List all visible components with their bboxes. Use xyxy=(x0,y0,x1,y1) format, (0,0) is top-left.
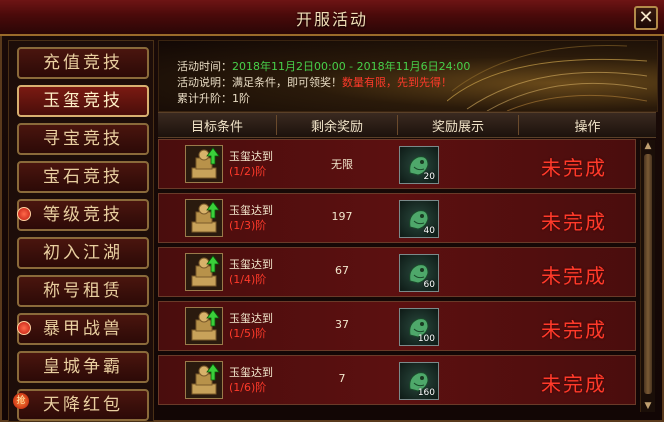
scrollbar-thumb[interactable] xyxy=(644,154,652,394)
condition-tier: (1/2)阶 xyxy=(229,165,267,178)
sidebar-item-label: 皇城争霸 xyxy=(43,357,123,377)
activity-desc-highlight: 数量有限，先到先得！ xyxy=(342,76,452,89)
condition-tier: (1/4)阶 xyxy=(229,273,267,286)
header-target-condition: 目标条件 xyxy=(190,120,243,135)
sidebar-item-label: 称号租赁 xyxy=(43,281,123,301)
status-incomplete: 未完成 xyxy=(541,210,607,234)
notification-dot-icon xyxy=(17,207,31,221)
remaining-count: 7 xyxy=(338,372,346,385)
sidebar-item-label: 寻宝竞技 xyxy=(43,129,123,149)
sidebar-item-label: 充值竞技 xyxy=(43,53,123,73)
jade-seal-icon xyxy=(185,145,223,183)
scroll-up-icon[interactable]: ▲ xyxy=(642,140,654,152)
remaining-count: 197 xyxy=(331,210,353,223)
sidebar-item-level[interactable]: 等级竞技 xyxy=(17,199,149,231)
jade-seal-icon xyxy=(185,361,223,399)
reward-quantity: 40 xyxy=(423,226,435,236)
header-remaining-rewards: 剩余奖励 xyxy=(310,120,363,135)
table-row: 玉玺达到 (1/3)阶 197 40 未完成 xyxy=(158,193,636,243)
sidebar-item-gem[interactable]: 宝石竞技 xyxy=(17,161,149,193)
reward-item-slot[interactable]: 60 xyxy=(399,254,439,292)
reward-item-slot[interactable]: 160 xyxy=(399,362,439,400)
header-reward-display: 奖励展示 xyxy=(431,120,484,135)
title-bar: 开服活动 ✕ xyxy=(0,0,664,36)
gold-swirl-decoration-icon xyxy=(447,45,647,111)
activity-time-label: 活动时间： xyxy=(177,60,232,73)
condition-name: 玉玺达到 xyxy=(229,150,273,163)
table-row: 玉玺达到 (1/4)阶 67 60 未完成 xyxy=(158,247,636,297)
sidebar-item-title-rental[interactable]: 称号租赁 xyxy=(17,275,149,307)
window-title: 开服活动 xyxy=(295,10,368,29)
sidebar-item-war-beast[interactable]: 暴甲战兽 xyxy=(17,313,149,345)
scrollbar[interactable]: ▲ ▼ xyxy=(640,140,655,412)
activity-desc-line: 活动说明：满足条件，即可领奖！数量有限，先到先得！ xyxy=(177,74,452,90)
jade-seal-icon xyxy=(185,253,223,291)
sidebar-item-label: 等级竞技 xyxy=(43,205,123,225)
sidebar: 充值竞技 玉玺竞技 寻宝竞技 宝石竞技 等级竞技 初入江湖 称号租赁 暴甲战兽 … xyxy=(8,40,154,422)
activity-desc-label: 活动说明：满足条件，即可领奖！ xyxy=(177,76,342,89)
close-button[interactable]: ✕ xyxy=(634,6,658,30)
sidebar-item-jade-seal[interactable]: 玉玺竞技 xyxy=(17,85,149,117)
reward-quantity: 60 xyxy=(423,280,435,290)
close-icon: ✕ xyxy=(638,7,654,28)
remaining-count: 无限 xyxy=(331,158,353,171)
jade-seal-icon xyxy=(185,199,223,237)
condition-name: 玉玺达到 xyxy=(229,366,273,379)
status-incomplete: 未完成 xyxy=(541,264,607,288)
header-action: 操作 xyxy=(574,120,601,135)
reward-table-header: 目标条件 剩余奖励 奖励展示 操作 xyxy=(158,112,656,138)
sidebar-item-label: 天降红包 xyxy=(43,395,123,415)
reward-item-slot[interactable]: 40 xyxy=(399,200,439,238)
condition-name: 玉玺达到 xyxy=(229,204,273,217)
table-row: 玉玺达到 (1/2)阶 无限 20 未完成 xyxy=(158,139,636,189)
table-row: 玉玺达到 (1/5)阶 37 100 未完成 xyxy=(158,301,636,351)
sidebar-item-castle-siege[interactable]: 皇城争霸 xyxy=(17,351,149,383)
remaining-count: 37 xyxy=(335,318,349,331)
reward-quantity: 160 xyxy=(417,388,435,398)
activity-info-panel: 活动时间：2018年11月2日00:00 - 2018年11月6日24:00 活… xyxy=(158,40,658,112)
grab-badge-icon: 抢 xyxy=(13,393,29,409)
status-incomplete: 未完成 xyxy=(541,156,607,180)
condition-tier: (1/3)阶 xyxy=(229,219,267,232)
activity-time-line: 活动时间：2018年11月2日00:00 - 2018年11月6日24:00 xyxy=(177,58,470,74)
cumulative-progress: 累计升阶：1阶 xyxy=(177,92,250,105)
sidebar-item-label: 初入江湖 xyxy=(43,243,123,263)
condition-tier: (1/6)阶 xyxy=(229,381,267,394)
jade-seal-icon xyxy=(185,307,223,345)
reward-quantity: 20 xyxy=(423,172,435,182)
condition-tier: (1/5)阶 xyxy=(229,327,267,340)
condition-name: 玉玺达到 xyxy=(229,258,273,271)
status-incomplete: 未完成 xyxy=(541,372,607,396)
activity-time-value: 2018年11月2日00:00 - 2018年11月6日24:00 xyxy=(232,60,471,73)
sidebar-item-recharge[interactable]: 充值竞技 xyxy=(17,47,149,79)
notification-dot-icon xyxy=(17,321,31,335)
reward-item-slot[interactable]: 100 xyxy=(399,308,439,346)
reward-item-slot[interactable]: 20 xyxy=(399,146,439,184)
scroll-down-icon[interactable]: ▼ xyxy=(642,400,654,412)
sidebar-item-newbie[interactable]: 初入江湖 xyxy=(17,237,149,269)
sidebar-item-treasure[interactable]: 寻宝竞技 xyxy=(17,123,149,155)
sidebar-item-label: 宝石竞技 xyxy=(43,167,123,187)
sidebar-item-red-packet[interactable]: 抢 天降红包 xyxy=(13,389,149,421)
condition-name: 玉玺达到 xyxy=(229,312,273,325)
sidebar-item-label: 玉玺竞技 xyxy=(43,91,123,111)
status-incomplete: 未完成 xyxy=(541,318,607,342)
remaining-count: 67 xyxy=(335,264,349,277)
reward-quantity: 100 xyxy=(417,334,435,344)
table-row: 玉玺达到 (1/6)阶 7 160 未完成 xyxy=(158,355,636,405)
sidebar-item-label: 暴甲战兽 xyxy=(43,319,123,339)
